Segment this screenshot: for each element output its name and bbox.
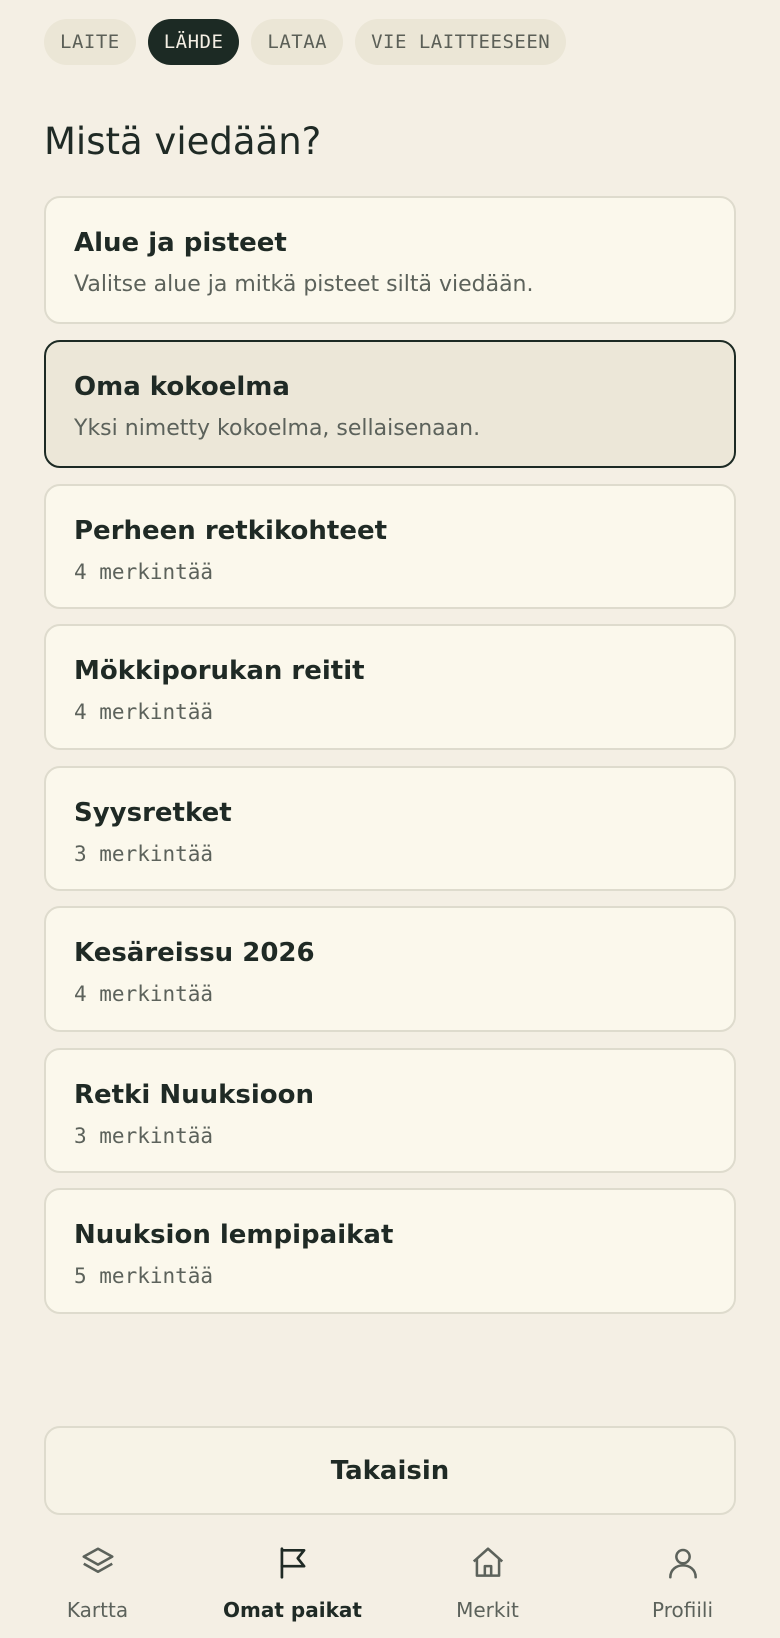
- nav-item-markers[interactable]: Merkit: [390, 1530, 585, 1638]
- collection-count: 3 merkintää: [74, 842, 214, 866]
- page-title: Mistä viedään?: [44, 120, 322, 163]
- user-icon: [668, 1548, 697, 1579]
- nav-label: Kartta: [66, 1598, 129, 1622]
- nav-label: Merkit: [456, 1598, 519, 1622]
- option-subtitle: Yksi nimetty kokoelma, sellaisenaan.: [74, 416, 481, 441]
- nav-item-profile[interactable]: Profiili: [585, 1530, 780, 1638]
- option-title: Oma kokoelma: [74, 372, 290, 402]
- option-area-and-points[interactable]: Alue ja pisteet Valitse alue ja mitkä pi…: [44, 196, 736, 324]
- step-source[interactable]: LÄHDE: [147, 19, 240, 65]
- collection-item[interactable]: Syysretket 3 merkintää: [44, 766, 736, 891]
- step-device[interactable]: LAITE: [44, 19, 136, 65]
- collection-title: Syysretket: [74, 798, 232, 828]
- collection-count: 4 merkintää: [74, 700, 214, 724]
- collection-title: Retki Nuuksioon: [74, 1080, 315, 1110]
- nav-item-map[interactable]: Kartta: [0, 1530, 195, 1638]
- collection-count: 5 merkintää: [74, 1264, 214, 1288]
- nav-label: Profiili: [652, 1598, 713, 1622]
- flag-icon: [280, 1547, 305, 1579]
- nav-label: Omat paikat: [223, 1598, 362, 1622]
- nav-item-own-places[interactable]: Omat paikat: [195, 1530, 390, 1638]
- stepper: LAITE LÄHDE LATAA VIE LAITTEESEEN: [44, 19, 567, 65]
- collection-title: Nuuksion lempipaikat: [74, 1220, 394, 1250]
- collection-item[interactable]: Mökkiporukan reitit 4 merkintää: [44, 624, 736, 750]
- step-export-to-device[interactable]: VIE LAITTEESEEN: [355, 19, 567, 65]
- back-button[interactable]: Takaisin: [44, 1426, 736, 1515]
- option-title: Alue ja pisteet: [74, 228, 287, 258]
- home-icon: [472, 1547, 503, 1577]
- collection-title: Mökkiporukan reitit: [74, 656, 365, 686]
- option-subtitle: Valitse alue ja mitkä pisteet siltä vied…: [74, 272, 534, 297]
- collection-item[interactable]: Retki Nuuksioon 3 merkintää: [44, 1048, 736, 1173]
- export-source-page: LAITE LÄHDE LATAA VIE LAITTEESEEN Mistä …: [0, 0, 780, 1638]
- collection-count: 4 merkintää: [74, 560, 214, 584]
- collection-item[interactable]: Perheen retkikohteet 4 merkintää: [44, 484, 736, 609]
- step-download[interactable]: LATAA: [251, 19, 344, 65]
- option-own-collection[interactable]: Oma kokoelma Yksi nimetty kokoelma, sell…: [44, 340, 736, 468]
- collection-title: Perheen retkikohteet: [74, 516, 388, 546]
- bottom-navigation: Kartta Omat paikat Merkit Profiili: [0, 1530, 780, 1638]
- collection-title: Kesäreissu 2026: [74, 938, 315, 968]
- layers-icon: [81, 1547, 114, 1573]
- collection-count: 3 merkintää: [74, 1124, 214, 1148]
- collection-item[interactable]: Nuuksion lempipaikat 5 merkintää: [44, 1188, 736, 1314]
- collection-item[interactable]: Kesäreissu 2026 4 merkintää: [44, 906, 736, 1032]
- collection-count: 4 merkintää: [74, 982, 214, 1006]
